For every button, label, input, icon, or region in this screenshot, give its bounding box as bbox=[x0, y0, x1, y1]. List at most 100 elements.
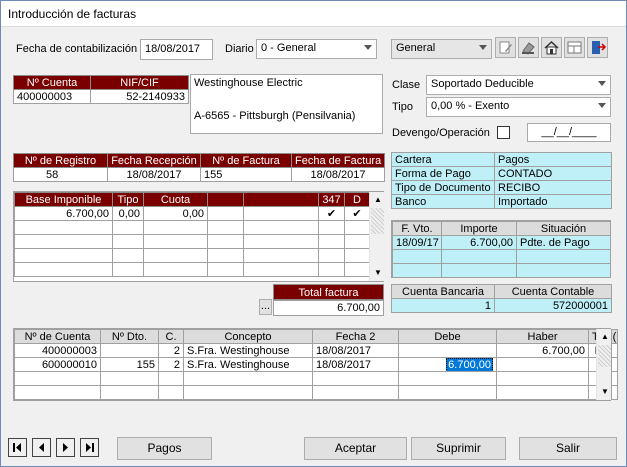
table-row bbox=[14, 248, 370, 263]
fecha-recepcion-cell[interactable]: 18/08/2017 bbox=[107, 167, 201, 182]
total-detail-button[interactable]: ... bbox=[259, 299, 272, 315]
table-row[interactable]: 6.700,00 0,00 0,00 ✔ ✔ bbox=[14, 206, 370, 221]
scroll-down-icon[interactable]: ▼ bbox=[374, 268, 382, 277]
window-title: Introducción de facturas bbox=[8, 7, 137, 21]
scroll-up-icon[interactable]: ▲ bbox=[601, 332, 609, 341]
clase-select[interactable]: Soportado Deducible bbox=[426, 75, 611, 95]
chevron-down-icon bbox=[479, 45, 487, 53]
forma-pago-label: Forma de Pago bbox=[391, 166, 495, 181]
diario-value: 0 - General bbox=[261, 42, 317, 54]
factura-cell[interactable]: 155 bbox=[200, 167, 292, 182]
ndto-cell[interactable] bbox=[100, 343, 159, 358]
edit-document-icon[interactable] bbox=[495, 37, 516, 58]
fvto-cell[interactable]: 18/09/17 bbox=[392, 235, 442, 250]
fecha2-cell[interactable]: 18/08/2017 bbox=[312, 357, 399, 372]
importe-cell[interactable]: 6.700,00 bbox=[441, 235, 517, 250]
general-select[interactable]: General bbox=[391, 39, 492, 59]
cuenta-cell[interactable]: 400000003 bbox=[13, 89, 91, 104]
stamp-icon[interactable] bbox=[518, 37, 539, 58]
address-box[interactable]: Westinghouse Electric A-6565 - Pittsburg… bbox=[190, 74, 383, 134]
concepto-cell[interactable]: S.Fra. Westinghouse bbox=[183, 357, 313, 372]
blank-header bbox=[243, 192, 319, 207]
scroll-up-icon[interactable]: ▲ bbox=[374, 195, 382, 204]
asiento-scrollbar[interactable]: ▲ ▼ bbox=[596, 329, 611, 400]
base-imponible-header: Base Imponible bbox=[14, 192, 113, 207]
fecha-contabilizacion-label: Fecha de contabilización bbox=[16, 43, 138, 55]
tipo-label: Tipo bbox=[392, 101, 413, 113]
last-record-icon[interactable] bbox=[80, 438, 99, 457]
fecha2-cell[interactable]: 18/08/2017 bbox=[312, 343, 399, 358]
devengo-date-input[interactable]: __/__/____ bbox=[527, 123, 611, 142]
cuota-header: Cuota bbox=[143, 192, 208, 207]
tipo-header: Tipo bbox=[112, 192, 144, 207]
table-row bbox=[14, 385, 618, 400]
extra-cell bbox=[611, 343, 618, 358]
fecha-contabilizacion-input[interactable]: 18/08/2017 bbox=[140, 39, 213, 60]
situacion-cell[interactable]: Pdte. de Pago bbox=[516, 235, 611, 250]
table-row bbox=[14, 262, 370, 277]
total-label: Total factura bbox=[273, 284, 384, 300]
salir-button[interactable]: Salir bbox=[519, 437, 617, 460]
cuota-cell[interactable]: 0,00 bbox=[143, 206, 208, 221]
aceptar-button[interactable]: Aceptar bbox=[304, 437, 407, 460]
tipo-documento-value: RECIBO bbox=[494, 180, 612, 195]
bases-grid: Base Imponible Tipo Cuota 347 D 6.700,00… bbox=[13, 191, 384, 282]
blank-cell bbox=[243, 206, 319, 221]
tipo-cell[interactable]: 0,00 bbox=[112, 206, 144, 221]
debe-cell[interactable] bbox=[398, 343, 497, 358]
pagos-button[interactable]: Pagos bbox=[117, 437, 212, 460]
fecha-factura-cell[interactable]: 18/08/2017 bbox=[291, 167, 385, 182]
cuenta-contable-cell[interactable]: 572000001 bbox=[494, 298, 612, 313]
check-icon[interactable]: ✔ bbox=[344, 206, 370, 221]
col-347-header: 347 bbox=[318, 192, 345, 207]
c-cell[interactable]: 2 bbox=[158, 357, 184, 372]
haber-cell[interactable]: 6.700,00 bbox=[496, 343, 589, 358]
haber-cell[interactable] bbox=[496, 357, 589, 372]
general-value: General bbox=[396, 42, 436, 54]
first-record-icon[interactable] bbox=[8, 438, 27, 457]
ndto-cell[interactable]: 155 bbox=[100, 357, 159, 372]
base-cell[interactable]: 6.700,00 bbox=[14, 206, 113, 221]
suprimir-button[interactable]: Suprimir bbox=[411, 437, 506, 460]
table-row[interactable]: 400000003 2 S.Fra. Westinghouse 18/08/20… bbox=[14, 343, 618, 358]
tipo-value: 0,00 % - Exento bbox=[431, 100, 510, 112]
debe-selected-value[interactable]: 6.700,00 bbox=[446, 358, 493, 371]
forma-pago-value: CONTADO bbox=[494, 166, 612, 181]
concepto-header: Concepto bbox=[183, 329, 313, 344]
previous-record-icon[interactable] bbox=[32, 438, 51, 457]
tipo-select[interactable]: 0,00 % - Exento bbox=[426, 97, 611, 117]
table-row[interactable]: 600000010 155 2 S.Fra. Westinghouse 18/0… bbox=[14, 357, 618, 372]
scroll-down-icon[interactable]: ▼ bbox=[601, 387, 609, 396]
ncuenta-cell[interactable]: 600000010 bbox=[14, 357, 101, 372]
banco-label: Banco bbox=[391, 194, 495, 209]
scroll-thumb[interactable] bbox=[598, 345, 611, 367]
clase-label: Clase bbox=[392, 79, 421, 91]
d-header: D bbox=[344, 192, 370, 207]
diario-select[interactable]: 0 - General bbox=[256, 39, 377, 59]
bases-scrollbar[interactable]: ▲ ▼ bbox=[369, 192, 384, 281]
ncuenta-cell[interactable]: 400000003 bbox=[14, 343, 101, 358]
c-cell[interactable]: 2 bbox=[158, 343, 184, 358]
nif-cell[interactable]: 52-2140933 bbox=[90, 89, 189, 104]
table-row[interactable]: 18/09/17 6.700,00 Pdte. de Pago bbox=[392, 235, 611, 250]
check-icon[interactable]: ✔ bbox=[318, 206, 345, 221]
title-bar: Introducción de facturas bbox=[1, 1, 626, 27]
home-icon[interactable] bbox=[541, 37, 562, 58]
devengo-checkbox[interactable] bbox=[497, 126, 510, 139]
fecha2-header: Fecha 2 bbox=[312, 329, 399, 344]
calculator-icon[interactable] bbox=[564, 37, 585, 58]
extra-cell bbox=[611, 357, 618, 372]
cuenta-bancaria-cell[interactable]: 1 bbox=[391, 298, 495, 313]
registro-table: Nº de Registro Fecha Recepción Nº de Fac… bbox=[13, 153, 385, 182]
factura-header: Nº de Factura bbox=[200, 153, 292, 168]
debe-cell-active[interactable]: 6.700,00 bbox=[398, 357, 497, 372]
concepto-cell[interactable]: S.Fra. Westinghouse bbox=[183, 343, 313, 358]
registro-cell[interactable]: 58 bbox=[13, 167, 108, 182]
next-record-icon[interactable] bbox=[56, 438, 75, 457]
haber-header: Haber bbox=[496, 329, 589, 344]
exit-door-icon[interactable] bbox=[587, 37, 608, 58]
chevron-down-icon bbox=[598, 103, 606, 111]
nif-header: NIF/CIF bbox=[90, 75, 189, 90]
table-row bbox=[14, 371, 618, 386]
scroll-thumb[interactable] bbox=[371, 208, 384, 234]
